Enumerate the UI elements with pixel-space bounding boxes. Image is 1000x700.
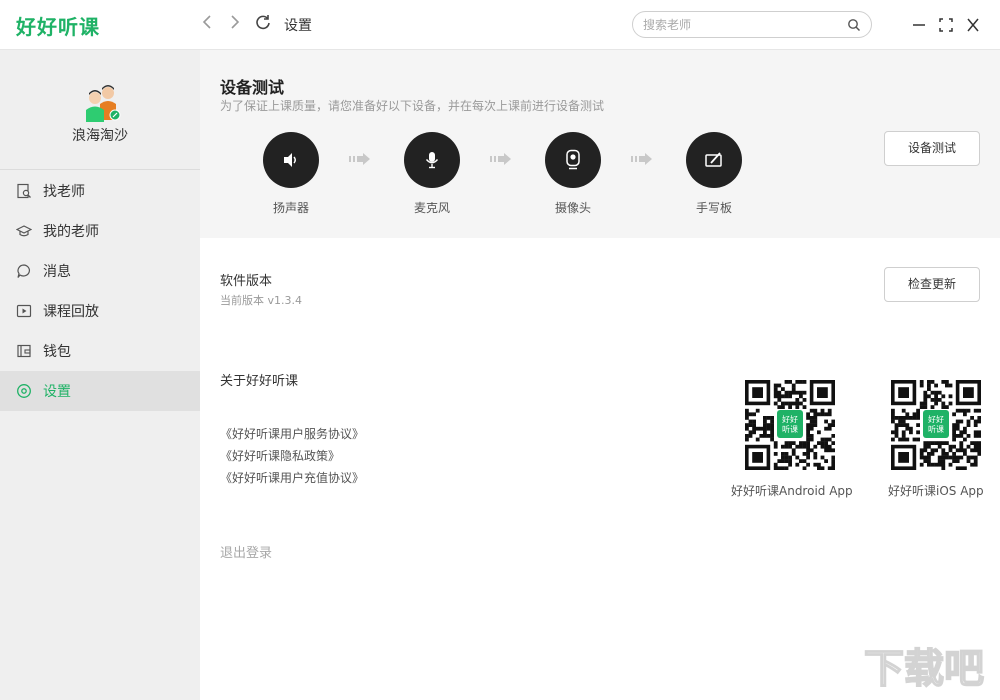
version-title: 软件版本 <box>220 274 273 289</box>
maximize-icon <box>939 18 953 32</box>
sidebar-item-settings[interactable]: 设置 <box>0 371 200 411</box>
sidebar-item-label: 消息 <box>43 264 71 280</box>
refresh-button[interactable] <box>252 12 274 36</box>
play-icon <box>16 304 32 318</box>
qr-badge-text: 听课 <box>928 425 944 434</box>
settings-content: 设备测试 为了保证上课质量，请您准备好以下设备，并在每次上课前进行设备测试 扬声… <box>200 50 1000 700</box>
version-value: 当前版本 v1.3.4 <box>220 294 302 307</box>
watermark-text: 下载吧 <box>864 646 984 692</box>
sidebar-item-course-replay[interactable]: 课程回放 <box>0 291 200 331</box>
service-agreement-link[interactable]: 《好好听课用户服务协议》 <box>220 423 364 445</box>
device-label: 手写板 <box>695 201 732 215</box>
sidebar-menu: 找老师 我的老师 消息 课程回放 钱包 设置 <box>0 171 200 411</box>
camera-icon <box>566 149 580 170</box>
find-teacher-icon <box>17 183 31 199</box>
maximize-button[interactable] <box>936 14 956 36</box>
search-icon[interactable] <box>847 18 861 32</box>
sidebar-item-label: 课程回放 <box>43 304 99 320</box>
arrow-right-icon <box>349 153 370 165</box>
device-test-subtitle: 为了保证上课质量，请您准备好以下设备，并在每次上课前进行设备测试 <box>220 99 605 113</box>
ios-qr-code: 好好听课 <box>891 380 981 470</box>
device-test-button[interactable]: 设备测试 <box>884 131 980 166</box>
avatar[interactable] <box>80 80 124 124</box>
device-tablet: 手写板 <box>686 132 742 216</box>
sidebar-item-wallet[interactable]: 钱包 <box>0 331 200 371</box>
app-window: 好好听课 设置 搜索老师 浪海淘沙 找老师 我的老师 消息 课程回放 钱包 设置… <box>0 0 1000 700</box>
graduation-cap-icon <box>16 225 32 237</box>
minimize-button[interactable] <box>909 14 929 36</box>
sidebar-item-find-teacher[interactable]: 找老师 <box>0 171 200 211</box>
tablet-pen-icon <box>705 152 722 167</box>
device-test-title: 设备测试 <box>220 78 285 97</box>
back-button[interactable] <box>196 12 218 36</box>
android-qr-label: 好好听课Android App <box>731 484 853 498</box>
check-update-button[interactable]: 检查更新 <box>884 267 980 302</box>
page-title: 设置 <box>284 18 312 34</box>
sidebar-item-messages[interactable]: 消息 <box>0 251 200 291</box>
android-qr-code: 好好听课 <box>745 380 835 470</box>
logout-link[interactable]: 退出登录 <box>220 542 272 561</box>
agreement-links: 《好好听课用户服务协议》 《好好听课隐私政策》 《好好听课用户充值协议》 <box>220 423 364 489</box>
microphone-icon <box>425 152 439 169</box>
device-label: 扬声器 <box>272 201 309 215</box>
device-label: 麦克风 <box>413 201 450 215</box>
wallet-icon <box>17 344 31 358</box>
device-camera: 摄像头 <box>545 132 601 216</box>
qr-badge-text: 好好 <box>928 414 944 424</box>
speaker-circle <box>263 132 319 188</box>
title-bar: 好好听课 设置 <box>0 0 1000 50</box>
recharge-agreement-link[interactable]: 《好好听课用户充值协议》 <box>220 467 364 489</box>
chevron-left-icon <box>202 15 211 29</box>
qr-badge-text: 好好 <box>782 414 798 424</box>
sidebar: 浪海淘沙 找老师 我的老师 消息 课程回放 钱包 设置 <box>0 50 200 700</box>
arrow-right-icon <box>631 153 652 165</box>
chat-bubble-icon <box>17 264 30 278</box>
settings-icon <box>17 384 31 398</box>
qr-badge-text: 听课 <box>782 425 798 434</box>
watermark-logo: 下载吧 <box>863 645 985 693</box>
user-profile: 浪海淘沙 <box>0 50 200 170</box>
device-test-section: 设备测试 为了保证上课质量，请您准备好以下设备，并在每次上课前进行设备测试 扬声… <box>200 50 1000 238</box>
chevron-right-icon <box>231 15 240 29</box>
tablet-circle <box>686 132 742 188</box>
ios-qr-label: 好好听课iOS App <box>888 484 984 498</box>
privacy-policy-link[interactable]: 《好好听课隐私政策》 <box>220 445 364 467</box>
microphone-circle <box>404 132 460 188</box>
refresh-icon <box>256 15 270 30</box>
app-logo: 好好听课 <box>16 15 100 39</box>
username: 浪海淘沙 <box>72 128 128 144</box>
about-title: 关于好好听课 <box>220 374 299 389</box>
minimize-icon <box>913 24 925 26</box>
close-icon <box>967 18 979 32</box>
device-label: 摄像头 <box>554 201 591 215</box>
search-input[interactable] <box>643 16 843 34</box>
sidebar-item-label: 设置 <box>43 384 71 400</box>
close-button[interactable] <box>963 14 983 36</box>
search-box <box>632 11 872 38</box>
sidebar-item-label: 找老师 <box>43 184 85 200</box>
sidebar-item-label: 我的老师 <box>43 224 99 240</box>
device-speaker: 扬声器 <box>263 132 319 216</box>
forward-button[interactable] <box>224 12 246 36</box>
sidebar-item-label: 钱包 <box>43 344 71 360</box>
sidebar-item-my-teachers[interactable]: 我的老师 <box>0 211 200 251</box>
arrow-right-icon <box>490 153 511 165</box>
speaker-icon <box>284 153 296 167</box>
camera-circle <box>545 132 601 188</box>
device-microphone: 麦克风 <box>404 132 460 216</box>
